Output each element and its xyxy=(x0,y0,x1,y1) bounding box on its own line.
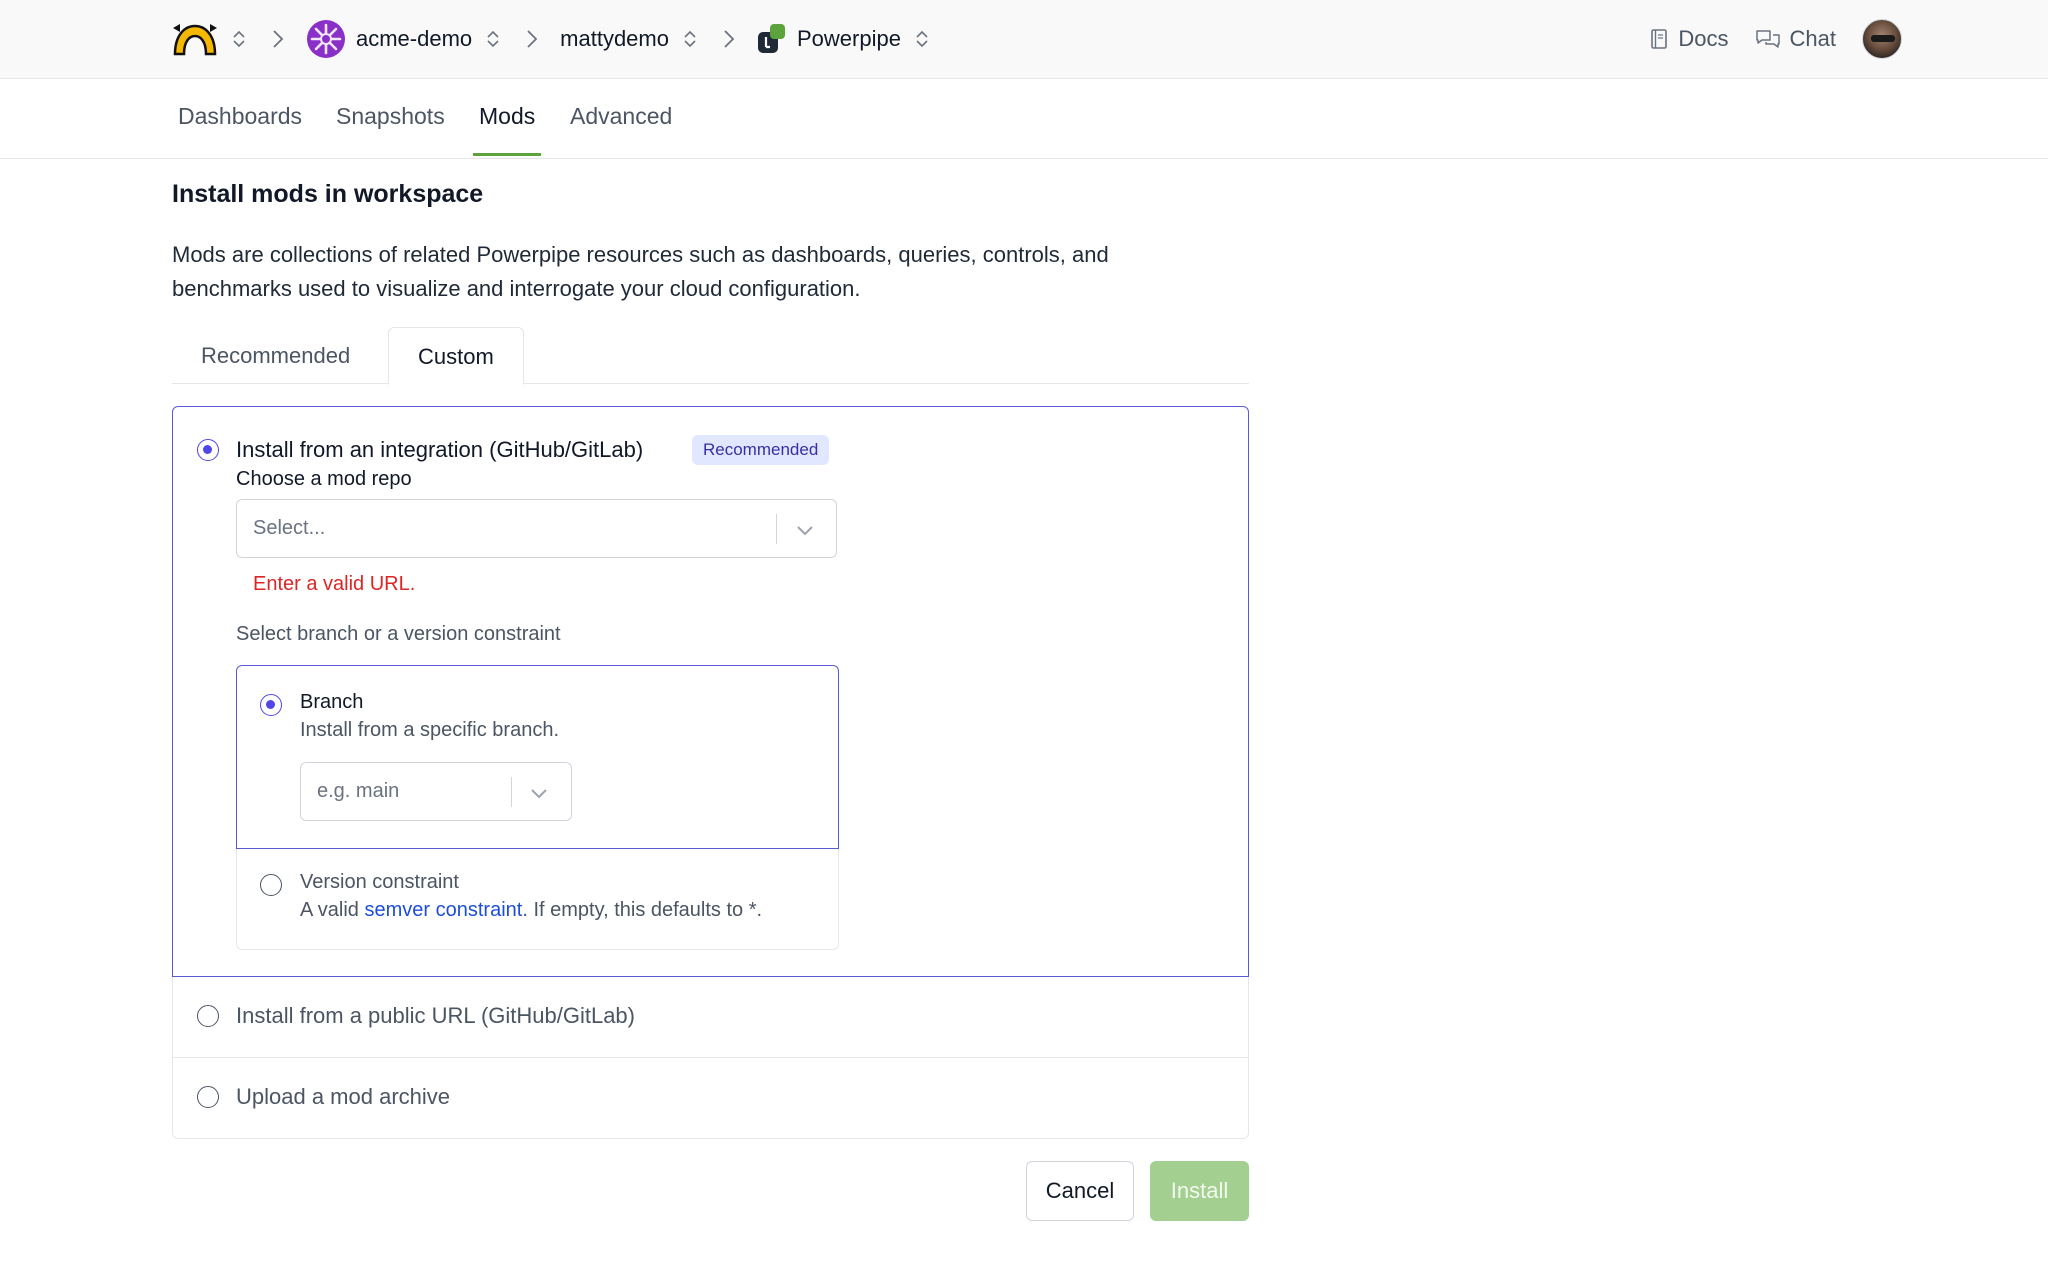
tab-advanced[interactable]: Advanced xyxy=(570,103,672,130)
install-source-tabs: Recommended Custom xyxy=(172,327,1249,385)
workspace-nav: Dashboards Snapshots Mods Advanced xyxy=(0,79,2048,159)
tab-recommended[interactable]: Recommended xyxy=(172,327,379,384)
mod-repo-select[interactable]: Select... xyxy=(236,499,837,558)
repo-error-message: Enter a valid URL. xyxy=(253,573,416,595)
install-button[interactable]: Install xyxy=(1150,1161,1249,1221)
branch-placeholder: e.g. main xyxy=(317,780,400,802)
breadcrumb-org[interactable]: acme-demo xyxy=(306,19,472,59)
breadcrumb-product[interactable]: Powerpipe xyxy=(757,23,901,55)
select-divider xyxy=(776,514,777,544)
switch-product-icon[interactable] xyxy=(911,27,933,51)
semver-constraint-link[interactable]: semver constraint xyxy=(364,899,522,921)
version-desc-prefix: A valid xyxy=(300,899,365,921)
version-radio[interactable] xyxy=(260,874,282,896)
version-description: A valid semver constraint. If empty, thi… xyxy=(300,899,762,922)
tab-snapshots[interactable]: Snapshots xyxy=(336,103,445,130)
cancel-button[interactable]: Cancel xyxy=(1026,1161,1134,1221)
version-option: Version constraint A valid semver constr… xyxy=(236,849,839,950)
public-url-option-label: Install from a public URL (GitHub/GitLab… xyxy=(236,1003,635,1028)
org-avatar-icon xyxy=(306,19,346,59)
chevron-right-icon xyxy=(518,29,546,49)
breadcrumb-product-label: Powerpipe xyxy=(796,26,901,51)
integration-radio[interactable] xyxy=(197,439,219,461)
breadcrumb-org-label: acme-demo xyxy=(356,26,473,51)
switch-workspace-icon[interactable] xyxy=(679,27,701,51)
powerpipe-icon xyxy=(757,23,787,55)
chat-label: Chat xyxy=(1789,26,1836,51)
constraint-field-label: Select branch or a version constraint xyxy=(236,623,561,645)
switch-org-icon[interactable] xyxy=(228,27,250,51)
chat-link[interactable]: Chat xyxy=(1755,26,1836,52)
branch-radio[interactable] xyxy=(260,694,282,716)
chevron-down-icon xyxy=(794,519,816,541)
breadcrumb: acme-demo mattydemo Powerpipe xyxy=(172,18,933,60)
branch-description: Install from a specific branch. xyxy=(300,719,559,741)
chevron-right-icon xyxy=(264,29,292,49)
branch-select[interactable]: e.g. main xyxy=(300,762,572,821)
version-desc-suffix: . If empty, this defaults to *. xyxy=(522,899,763,921)
mod-repo-placeholder: Select... xyxy=(253,517,326,539)
top-bar: acme-demo mattydemo Powerpipe Docs Chat xyxy=(0,0,2048,79)
chat-bubbles-icon xyxy=(1755,28,1781,50)
tab-dashboards[interactable]: Dashboards xyxy=(178,103,302,130)
version-title: Version constraint xyxy=(300,871,459,893)
branch-title: Branch xyxy=(300,691,364,713)
archive-option-label: Upload a mod archive xyxy=(236,1084,451,1109)
archive-radio[interactable] xyxy=(197,1086,219,1108)
archive-option[interactable]: Upload a mod archive xyxy=(172,1058,1249,1139)
page-title: Install mods in workspace xyxy=(172,180,484,208)
tab-custom[interactable]: Custom xyxy=(388,327,524,385)
public-url-option[interactable]: Install from a public URL (GitHub/GitLab… xyxy=(172,977,1249,1058)
integration-option: Install from an integration (GitHub/GitL… xyxy=(172,406,1249,977)
chevron-right-icon xyxy=(715,29,743,49)
user-avatar[interactable] xyxy=(1862,19,1902,59)
breadcrumb-workspace[interactable]: mattydemo xyxy=(560,26,669,52)
recommended-badge: Recommended xyxy=(692,435,830,465)
docs-link[interactable]: Docs xyxy=(1649,26,1729,52)
header-actions: Docs Chat xyxy=(1649,18,1902,60)
public-url-radio[interactable] xyxy=(197,1005,219,1027)
select-divider xyxy=(511,777,512,807)
turbot-logo-icon[interactable] xyxy=(172,22,218,56)
switch-org-chevrons-icon[interactable] xyxy=(482,27,504,51)
branch-option: Branch Install from a specific branch. e… xyxy=(236,665,839,849)
tab-mods[interactable]: Mods xyxy=(472,103,542,156)
chevron-down-icon xyxy=(528,782,550,804)
docs-label: Docs xyxy=(1678,26,1729,51)
page-description: Mods are collections of related Powerpip… xyxy=(172,242,1109,301)
integration-option-label: Install from an integration (GitHub/GitL… xyxy=(236,437,644,462)
book-icon xyxy=(1649,28,1669,50)
repo-field-label: Choose a mod repo xyxy=(236,468,412,490)
